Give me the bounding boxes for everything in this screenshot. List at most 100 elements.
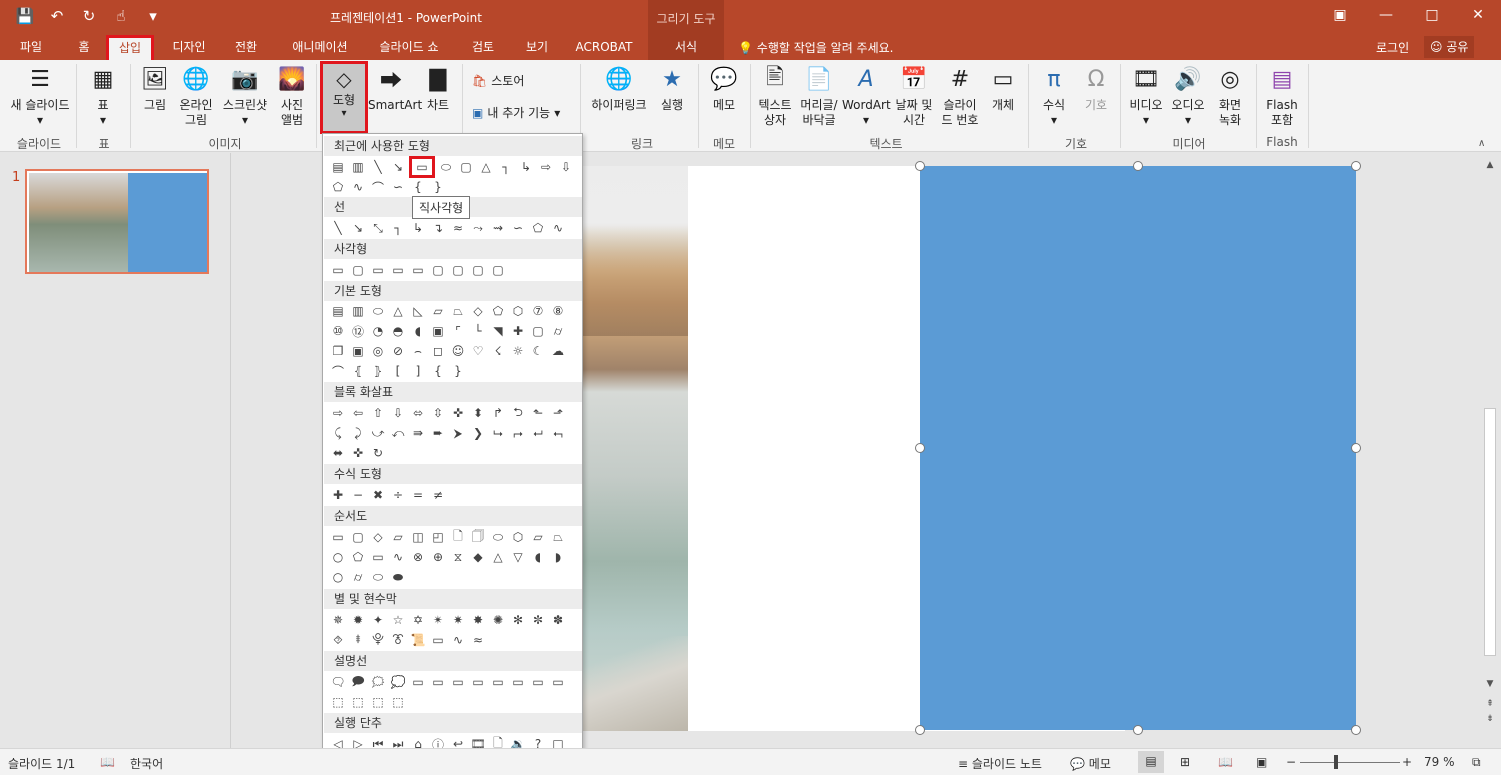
elbow-arrow-shape-icon[interactable]: ↳ [517, 158, 535, 176]
curved-down-ribbon-shape-icon[interactable]: ⯔ [389, 631, 407, 649]
touch-mode-icon[interactable]: ☝ [110, 6, 132, 26]
tab-acrobat[interactable]: ACROBAT [572, 38, 636, 60]
up-arrow-shape-icon[interactable]: ⇧ [369, 404, 387, 422]
collapse-ribbon-icon[interactable]: ∧ [1478, 138, 1485, 149]
round-diagonal-rectangle-shape-icon[interactable]: ▢ [489, 261, 507, 279]
slideshow-view-icon[interactable]: ▣ [1256, 755, 1267, 769]
oval-callout-shape-icon[interactable]: 🗯 [369, 673, 387, 691]
screenshot-button[interactable]: 📷 스크린샷 ▾ [220, 64, 270, 128]
table-button[interactable]: ▦ 표 ▾ [86, 64, 120, 128]
flowchart-internal-storage-shape-icon[interactable]: ◰ [429, 528, 447, 546]
right-triangle-shape-icon[interactable]: ◺ [409, 302, 427, 320]
right-arrow-callout-shape-icon[interactable]: ⮡ [489, 424, 507, 442]
slide-sorter-view-icon[interactable]: ⊞ [1180, 755, 1190, 769]
tab-transitions[interactable]: 전환 [228, 38, 264, 60]
zoom-slider-track[interactable] [1300, 762, 1400, 763]
tab-format[interactable]: 서식 [648, 34, 724, 60]
left-brace-shape-icon[interactable]: { [429, 362, 447, 380]
up-ribbon-shape-icon[interactable]: ⯑ [329, 631, 347, 649]
tab-insert[interactable]: 삽입 [106, 35, 154, 63]
snip-same-side-rectangle-shape-icon[interactable]: ▭ [389, 261, 407, 279]
left-up-arrow-shape-icon[interactable]: ⬑ [529, 404, 547, 422]
resize-handle[interactable] [1351, 443, 1361, 453]
accent-callout-2-shape-icon[interactable]: ▭ [509, 673, 527, 691]
pentagon-shape-icon[interactable]: ⬠ [489, 302, 507, 320]
curve-shape-icon[interactable]: ∽ [389, 178, 407, 196]
smiley-face-shape-icon[interactable]: ☺ [449, 342, 467, 360]
arrow-line-shape-icon[interactable]: ↘ [389, 158, 407, 176]
vertical-textbox-shape-icon[interactable]: ▥ [349, 158, 367, 176]
curved-right-arrow-shape-icon[interactable]: ⤹ [329, 424, 347, 442]
vertical-textbox-shape-icon[interactable]: ▥ [349, 302, 367, 320]
slide-thumbnail[interactable] [25, 169, 209, 274]
flowchart-offpage-connector-shape-icon[interactable]: ⬠ [349, 548, 367, 566]
comments-button[interactable]: 💬 메모 [1070, 755, 1111, 772]
login-link[interactable]: 로그인 [1376, 39, 1409, 56]
up-arrow-callout-shape-icon[interactable]: ⮢ [549, 424, 567, 442]
can-shape-icon[interactable]: ⌭ [549, 322, 567, 340]
cloud-callout-shape-icon[interactable]: 💭 [389, 673, 407, 691]
right-arrow-shape-icon[interactable]: ⇨ [537, 158, 555, 176]
borderless-callout-3-shape-icon[interactable]: ⬚ [369, 693, 387, 711]
double-brace-shape-icon[interactable]: ⦄ [369, 362, 387, 380]
equal-shape-icon[interactable]: = [409, 486, 427, 504]
scroll-thumb[interactable] [1484, 408, 1496, 656]
frame-shape-icon[interactable]: ▣ [429, 322, 447, 340]
freeform-shape-icon[interactable]: ⬠ [529, 219, 547, 237]
flowchart-or-shape-icon[interactable]: ⊕ [429, 548, 447, 566]
right-bracket-shape-icon[interactable]: ] [409, 362, 427, 380]
notched-right-arrow-shape-icon[interactable]: ➨ [429, 424, 447, 442]
heart-shape-icon[interactable]: ♡ [469, 342, 487, 360]
double-arrow-line-shape-icon[interactable]: ⤡ [369, 219, 387, 237]
new-slide-button[interactable]: ☰ 새 슬라이드 ▾ [6, 64, 74, 128]
teardrop-shape-icon[interactable]: ◖ [409, 322, 427, 340]
flowchart-delay-shape-icon[interactable]: ◗ [549, 548, 567, 566]
trapezoid-shape-icon[interactable]: ⏢ [449, 302, 467, 320]
8-point-star-shape-icon[interactable]: ✷ [449, 611, 467, 629]
zoom-out-icon[interactable]: − [1286, 755, 1296, 769]
snip-round-rectangle-shape-icon[interactable]: ▢ [429, 261, 447, 279]
block-arc-shape-icon[interactable]: ⌢ [409, 342, 427, 360]
flowchart-terminator-shape-icon[interactable]: ⬭ [489, 528, 507, 546]
wordart-button[interactable]: A WordArt ▾ [842, 64, 891, 128]
spell-check-icon[interactable]: 📖 [100, 755, 115, 769]
resize-handle[interactable] [1351, 725, 1361, 735]
rounded-rectangle-shape-icon[interactable]: ▢ [349, 261, 367, 279]
curved-arrow-shape-icon[interactable]: ⤳ [469, 219, 487, 237]
double-bracket-shape-icon[interactable]: ⦃ [349, 362, 367, 380]
right-brace-shape-icon[interactable]: } [449, 362, 467, 380]
symbol-button[interactable]: Ω 기호 [1078, 64, 1114, 113]
rectangle-shape-icon[interactable]: ▭ [409, 156, 435, 178]
zoom-slider-knob[interactable] [1334, 755, 1338, 769]
flowchart-process-shape-icon[interactable]: ▭ [329, 528, 347, 546]
donut-shape-icon[interactable]: ◎ [369, 342, 387, 360]
normal-view-icon[interactable]: ▤ [1138, 751, 1164, 773]
textbox-button[interactable]: 🖹 텍스트 상자 [756, 64, 794, 128]
chart-button[interactable]: ▇ 차트 [422, 64, 454, 113]
equation-button[interactable]: π 수식 ▾ [1036, 64, 1072, 128]
elbow-connector-shape-icon[interactable]: ┐ [497, 158, 515, 176]
12-point-star-shape-icon[interactable]: ✺ [489, 611, 507, 629]
bevel-shape-icon[interactable]: ▣ [349, 342, 367, 360]
chord-shape-icon[interactable]: ◓ [389, 322, 407, 340]
video-button[interactable]: 🎞 비디오 ▾ [1126, 64, 1166, 128]
7-point-star-shape-icon[interactable]: ✴ [429, 611, 447, 629]
object-button[interactable]: ▭ 개체 [986, 64, 1020, 113]
minus-shape-icon[interactable]: − [349, 486, 367, 504]
rounded-rectangle-shape-icon[interactable]: ▢ [457, 158, 475, 176]
flowchart-display-shape-icon[interactable]: ⬬ [389, 568, 407, 586]
resize-handle[interactable] [915, 725, 925, 735]
round-corner-rectangle-shape-icon[interactable]: ▢ [449, 261, 467, 279]
16-point-star-shape-icon[interactable]: ✻ [509, 611, 527, 629]
selected-rectangle-shape[interactable] [920, 166, 1356, 730]
flowchart-magnetic-disk-shape-icon[interactable]: ⌭ [349, 568, 367, 586]
tab-animations[interactable]: 애니메이션 [286, 38, 354, 60]
tab-slideshow[interactable]: 슬라이드 쇼 [374, 38, 444, 60]
fit-to-window-icon[interactable]: ⧉ [1472, 755, 1481, 770]
rectangle-shape-icon[interactable]: ▭ [329, 261, 347, 279]
down-ribbon-shape-icon[interactable]: ⯒ [349, 631, 367, 649]
share-button[interactable]: ☺ 공유 [1424, 36, 1475, 58]
vertical-scrollbar[interactable]: ▲ ▼ ⇞ ⇟ [1481, 153, 1501, 748]
line-shape-icon[interactable]: ╲ [329, 219, 347, 237]
snip-diagonal-rectangle-shape-icon[interactable]: ▭ [409, 261, 427, 279]
